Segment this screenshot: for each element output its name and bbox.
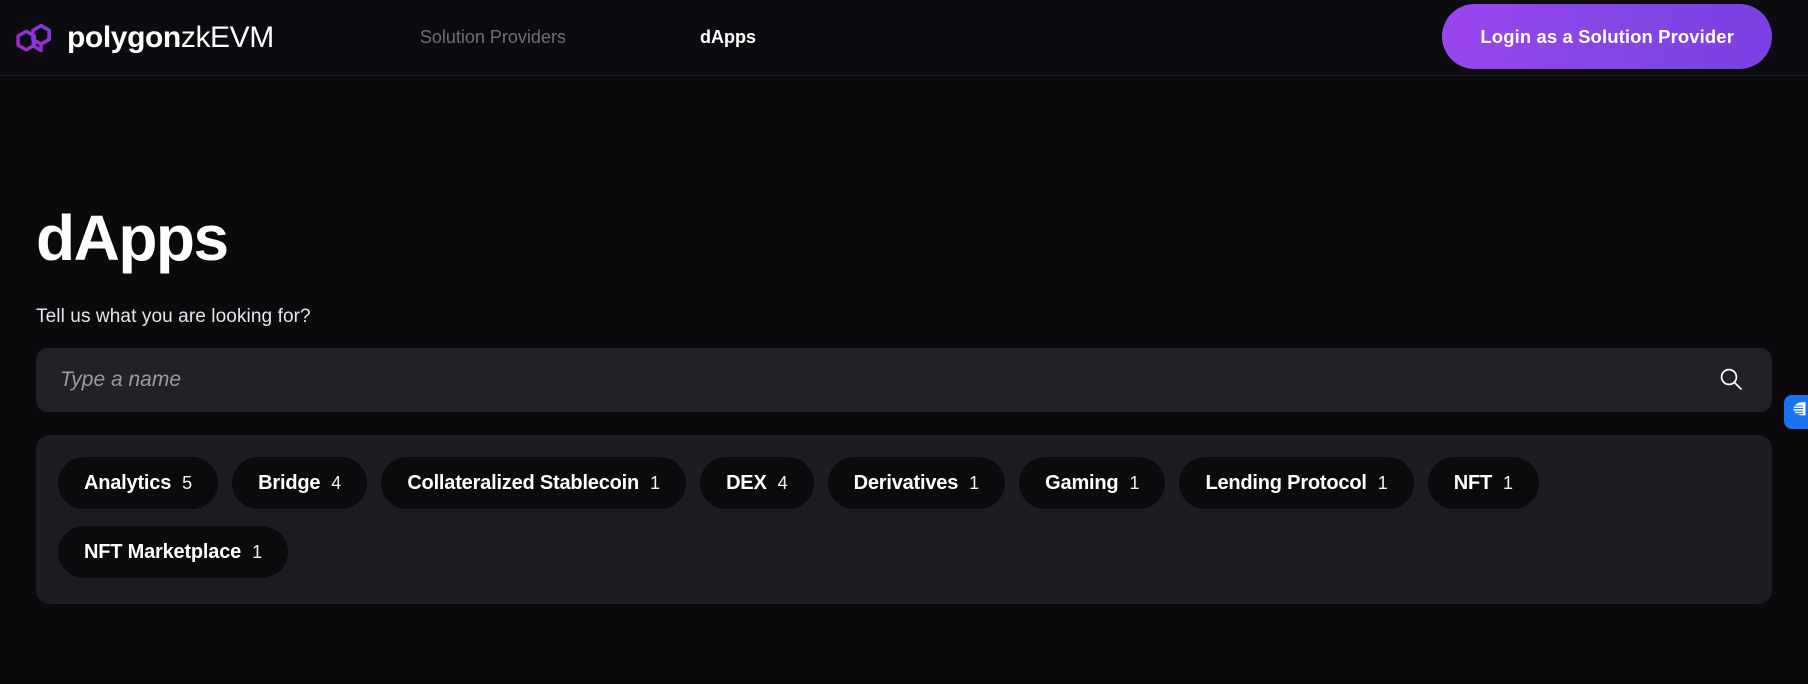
main-content: dApps Tell us what you are looking for? … xyxy=(0,206,1808,604)
search-prompt-label: Tell us what you are looking for? xyxy=(36,306,311,327)
chip-count: 1 xyxy=(252,541,263,562)
chip-label: Derivatives xyxy=(853,471,959,494)
nav-item-solution-providers[interactable]: Solution Providers xyxy=(418,19,568,56)
category-chip-derivatives[interactable]: Derivatives 1 xyxy=(827,457,1006,509)
category-chip-lending-protocol[interactable]: Lending Protocol 1 xyxy=(1179,457,1414,509)
category-chip-nft[interactable]: NFT 1 xyxy=(1427,457,1539,509)
chip-label: NFT xyxy=(1453,471,1492,494)
chip-count: 5 xyxy=(182,472,193,493)
search-input[interactable] xyxy=(60,368,1714,392)
search-bar[interactable] xyxy=(36,348,1772,412)
logo-brand-bold: polygon xyxy=(67,20,181,54)
logo[interactable]: polygonzkEVM xyxy=(12,16,274,60)
category-filter-panel: Analytics 5 Bridge 4 Collateralized Stab… xyxy=(36,435,1772,604)
category-chip-analytics[interactable]: Analytics 5 xyxy=(58,457,219,509)
logo-brand-light: zkEVM xyxy=(180,20,274,54)
chip-count: 1 xyxy=(650,472,661,493)
site-header: polygonzkEVM Solution Providers dApps Lo… xyxy=(0,0,1808,76)
brain-icon xyxy=(1789,398,1808,427)
main-navigation: Solution Providers dApps xyxy=(418,19,758,56)
category-chip-nft-marketplace[interactable]: NFT Marketplace 1 xyxy=(58,526,289,578)
chip-count: 1 xyxy=(969,472,980,493)
chip-label: Gaming xyxy=(1045,471,1119,494)
chip-label: Lending Protocol xyxy=(1205,471,1367,494)
chip-count: 1 xyxy=(1377,472,1388,493)
chip-label: DEX xyxy=(726,471,767,494)
search-icon xyxy=(1717,365,1745,396)
category-chip-collateralized-stablecoin[interactable]: Collateralized Stablecoin 1 xyxy=(381,457,687,509)
nav-item-dapps[interactable]: dApps xyxy=(698,19,758,56)
chip-label: Bridge xyxy=(258,471,321,494)
page-title: dApps xyxy=(36,202,229,274)
search-button[interactable] xyxy=(1714,363,1748,397)
category-chip-gaming[interactable]: Gaming 1 xyxy=(1019,457,1166,509)
brain-widget-button[interactable] xyxy=(1784,395,1808,429)
login-as-solution-provider-button[interactable]: Login as a Solution Provider xyxy=(1442,4,1772,69)
polygon-logo-icon xyxy=(12,16,56,60)
chip-label: NFT Marketplace xyxy=(84,540,242,563)
chip-count: 1 xyxy=(1502,472,1513,493)
category-chip-dex[interactable]: DEX 4 xyxy=(700,457,814,509)
category-chip-bridge[interactable]: Bridge 4 xyxy=(232,457,368,509)
logo-text: polygonzkEVM xyxy=(67,20,274,54)
chip-count: 4 xyxy=(331,472,342,493)
chip-count: 4 xyxy=(777,472,788,493)
chip-label: Collateralized Stablecoin xyxy=(407,471,640,494)
chip-label: Analytics xyxy=(84,471,172,494)
chip-count: 1 xyxy=(1129,472,1140,493)
